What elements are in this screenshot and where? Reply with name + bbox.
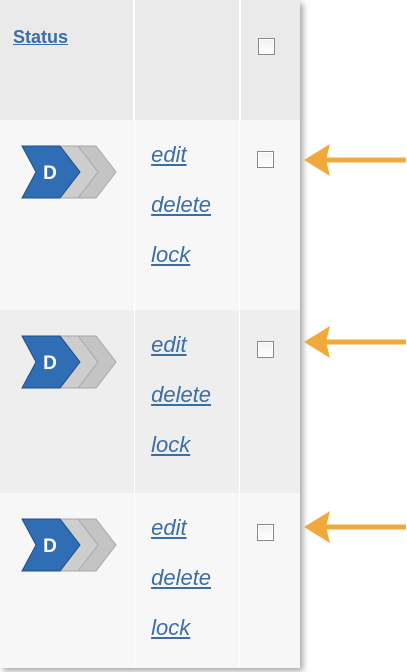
status-letter: D [43, 163, 57, 184]
actions-cell: edit delete lock [135, 120, 241, 310]
status-cell: D [0, 310, 136, 493]
check-cell [240, 120, 300, 310]
left-arrow-icon [304, 144, 406, 176]
table-row: D edit delete lock [0, 120, 300, 310]
status-sort-link[interactable]: Status [13, 27, 68, 48]
left-arrow-icon [304, 326, 406, 358]
select-all-checkbox[interactable] [257, 38, 275, 55]
status-letter: D [43, 536, 57, 557]
actions-cell: edit delete lock [135, 493, 241, 668]
workflow-stage-chevrons-icon: D [21, 335, 117, 389]
status-letter: D [43, 353, 57, 374]
header-actions-cell [135, 0, 241, 120]
header-check-cell [241, 0, 300, 120]
lock-link[interactable]: lock [151, 244, 211, 266]
actions-cell: edit delete lock [135, 310, 241, 493]
delete-link[interactable]: delete [151, 194, 211, 216]
row-checkbox[interactable] [257, 151, 275, 168]
check-cell [240, 310, 300, 493]
workflow-stage-chevrons-icon: D [21, 518, 117, 572]
table-row: D edit delete lock [0, 310, 300, 493]
table-row: D edit delete lock [0, 493, 300, 668]
edit-link[interactable]: edit [151, 334, 211, 356]
edit-link[interactable]: edit [151, 517, 211, 539]
table-header-row: Status [0, 0, 300, 120]
check-cell [240, 493, 300, 668]
edit-link[interactable]: edit [151, 144, 211, 166]
left-arrow-icon [304, 511, 406, 543]
lock-link[interactable]: lock [151, 434, 211, 456]
status-cell: D [0, 120, 136, 310]
workflow-stage-chevrons-icon: D [21, 145, 117, 199]
lock-link[interactable]: lock [151, 617, 211, 639]
header-status-cell: Status [0, 0, 136, 120]
delete-link[interactable]: delete [151, 567, 211, 589]
row-checkbox[interactable] [257, 524, 275, 541]
status-cell: D [0, 493, 136, 668]
delete-link[interactable]: delete [151, 384, 211, 406]
content-table: Status D edit delete lock D edit delete … [0, 0, 300, 668]
row-checkbox[interactable] [257, 341, 275, 358]
